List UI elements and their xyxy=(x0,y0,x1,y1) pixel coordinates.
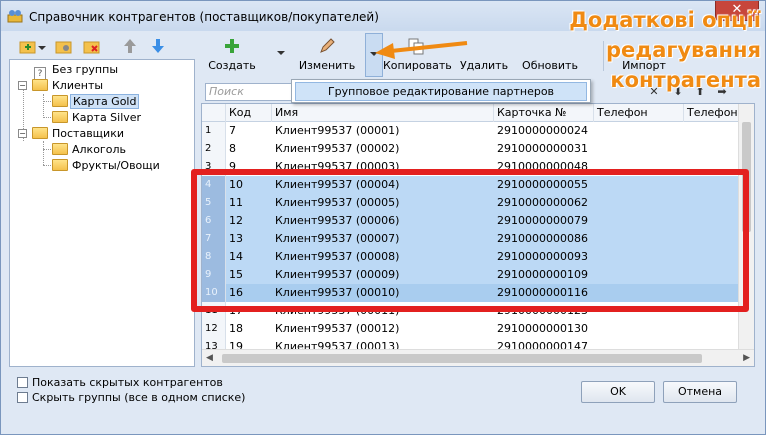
tree-item-silver-card[interactable]: Карта Silver xyxy=(52,110,143,126)
horizontal-scrollbar[interactable]: ◀ ▶ xyxy=(202,349,754,366)
show-hidden-checkbox[interactable] xyxy=(17,377,28,388)
tree-item-suppliers[interactable]: Поставщики xyxy=(32,126,126,142)
callout-annotation: Додаткові опції редагування контрагента xyxy=(561,5,761,95)
folder-icon xyxy=(52,111,68,123)
scroll-thumb[interactable] xyxy=(222,354,702,363)
folder-icon xyxy=(52,95,68,107)
bottom-panel: Показать скрытых контрагентов Скрыть гру… xyxy=(1,369,765,435)
row-number: 1 xyxy=(202,122,226,140)
folder-icon xyxy=(32,79,48,91)
tree-item-fruits[interactable]: Фрукты/Овощи xyxy=(52,158,162,174)
rownum-header xyxy=(202,104,226,122)
tree-item-no-group[interactable]: ? Без группы xyxy=(34,62,120,81)
folder-icon xyxy=(52,159,68,171)
collapse-icon[interactable]: − xyxy=(18,129,27,138)
group-tree: ? Без группы − Клиенты Карта Gold Карта S… xyxy=(9,59,195,367)
cell-code: 18 xyxy=(229,322,243,335)
cell-name: Клиент99537 (00012) xyxy=(275,322,400,335)
scroll-left-icon[interactable]: ◀ xyxy=(206,353,213,363)
delete-folder-icon[interactable] xyxy=(83,37,101,55)
contractors-window: Справочник контрагентов (поставщиков/пок… xyxy=(0,0,766,435)
move-down-icon[interactable] xyxy=(149,37,167,55)
plus-icon xyxy=(225,39,239,53)
cell-card: 2910000000031 xyxy=(497,142,588,155)
column-header-name[interactable]: Имя xyxy=(272,104,494,122)
create-dropdown-icon[interactable] xyxy=(277,51,285,55)
tree-item-gold-card[interactable]: Карта Gold xyxy=(52,94,140,110)
table-row[interactable]: 12 18 Клиент99537 (00012) 2910000000130 xyxy=(202,320,740,338)
create-button[interactable]: Создать xyxy=(199,33,265,77)
cell-card: 2910000000024 xyxy=(497,124,588,137)
edit-dropdown-menu: Групповое редактирование партнеров xyxy=(291,79,591,103)
column-header-phone2[interactable]: Телефон 2 xyxy=(684,104,740,122)
selection-highlight-frame xyxy=(191,169,749,312)
column-header-phone[interactable]: Телефон xyxy=(594,104,684,122)
ok-button[interactable]: OK xyxy=(581,381,655,403)
pencil-icon xyxy=(320,38,335,53)
cell-code: 7 xyxy=(229,124,236,137)
show-hidden-label: Показать скрытых контрагентов xyxy=(32,376,223,389)
cell-card: 2910000000130 xyxy=(497,322,588,335)
collapse-icon[interactable]: − xyxy=(18,81,27,90)
folder-icon xyxy=(32,127,48,139)
window-title: Справочник контрагентов (поставщиков/пок… xyxy=(29,10,379,24)
app-icon xyxy=(7,10,23,23)
move-up-icon[interactable] xyxy=(121,37,139,55)
callout-arrow-icon xyxy=(375,41,468,59)
table-header: Код Имя Карточка № Телефон Телефон 2 xyxy=(202,104,740,122)
row-number: 2 xyxy=(202,140,226,158)
folder-icon xyxy=(52,143,68,155)
hide-groups-checkbox[interactable] xyxy=(17,392,28,403)
callout-line-2: редагування контрагента xyxy=(605,38,761,92)
add-folder-dropdown-icon[interactable] xyxy=(38,46,46,50)
row-number: 12 xyxy=(202,320,226,338)
tree-item-alcohol[interactable]: Алкоголь xyxy=(52,142,128,158)
hide-groups-label: Скрыть группы (все в одном списке) xyxy=(32,391,246,404)
column-header-card[interactable]: Карточка № xyxy=(494,104,594,122)
column-header-code[interactable]: Код xyxy=(226,104,272,122)
cancel-button[interactable]: Отмена xyxy=(663,381,737,403)
edit-button[interactable]: Изменить xyxy=(289,33,365,77)
scroll-right-icon[interactable]: ▶ xyxy=(743,353,750,363)
cell-name: Клиент99537 (00001) xyxy=(275,124,400,137)
add-folder-icon[interactable] xyxy=(19,37,37,55)
cell-code: 8 xyxy=(229,142,236,155)
callout-line-1: Додаткові опції xyxy=(569,8,761,32)
edit-folder-icon[interactable] xyxy=(55,37,73,55)
tree-toolbar xyxy=(9,33,195,59)
cell-name: Клиент99537 (00002) xyxy=(275,142,400,155)
tree-item-clients[interactable]: Клиенты xyxy=(32,78,105,94)
table-row[interactable]: 2 8 Клиент99537 (00002) 2910000000031 xyxy=(202,140,740,158)
table-row[interactable]: 1 7 Клиент99537 (00001) 2910000000024 xyxy=(202,122,740,140)
menu-item-group-edit[interactable]: Групповое редактирование партнеров xyxy=(295,82,587,101)
